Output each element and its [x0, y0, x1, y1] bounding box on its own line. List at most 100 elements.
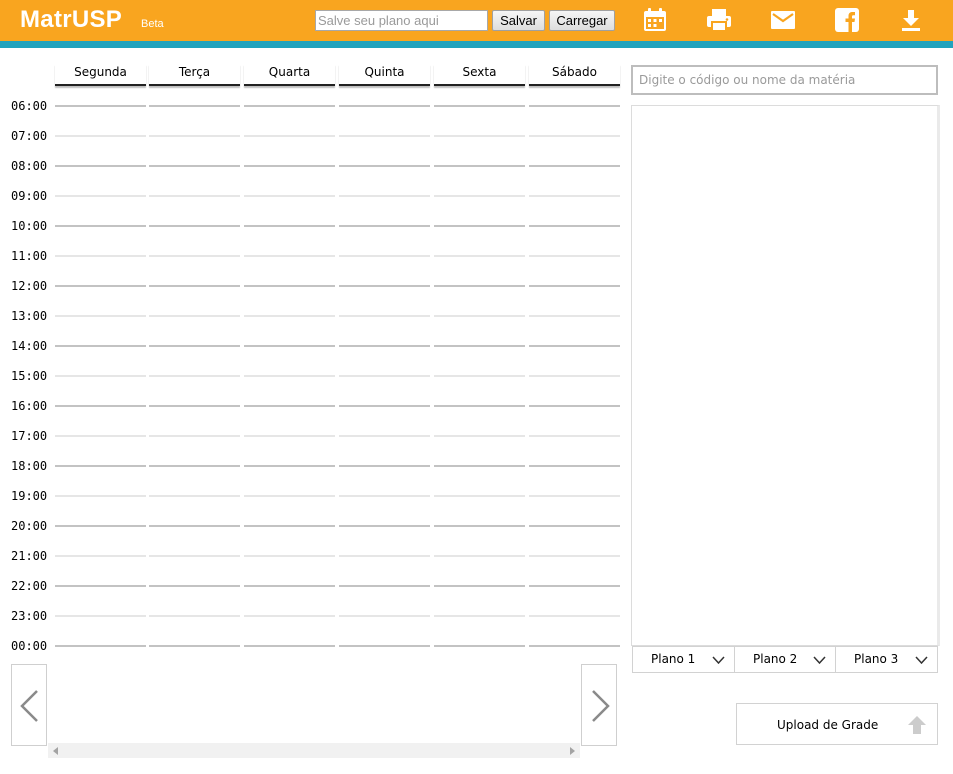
load-button[interactable]: Carregar [549, 10, 615, 31]
time-slot[interactable] [339, 465, 430, 467]
time-slot[interactable] [55, 225, 146, 227]
upload-schedule-button[interactable]: Upload de Grade [736, 703, 938, 745]
time-slot[interactable] [529, 615, 620, 617]
time-slot[interactable] [434, 585, 525, 587]
time-slot[interactable] [55, 195, 146, 197]
time-slot[interactable] [529, 135, 620, 137]
time-slot[interactable] [434, 105, 525, 107]
time-slot[interactable] [339, 195, 430, 197]
time-slot[interactable] [244, 135, 335, 137]
time-slot[interactable] [55, 105, 146, 107]
time-slot[interactable] [434, 315, 525, 317]
save-button[interactable]: Salvar [492, 10, 545, 31]
time-slot[interactable] [434, 465, 525, 467]
time-slot[interactable] [434, 345, 525, 347]
time-slot[interactable] [434, 555, 525, 557]
scroll-left-arrow[interactable] [53, 747, 58, 755]
time-slot[interactable] [55, 555, 146, 557]
time-slot[interactable] [339, 225, 430, 227]
time-slot[interactable] [434, 405, 525, 407]
time-slot[interactable] [149, 405, 240, 407]
time-slot[interactable] [529, 495, 620, 497]
time-slot[interactable] [244, 105, 335, 107]
time-slot[interactable] [434, 495, 525, 497]
time-slot[interactable] [434, 645, 525, 647]
time-slot[interactable] [529, 405, 620, 407]
time-slot[interactable] [149, 645, 240, 647]
time-slot[interactable] [339, 555, 430, 557]
time-slot[interactable] [339, 585, 430, 587]
horizontal-scrollbar[interactable] [48, 743, 580, 758]
time-slot[interactable] [339, 615, 430, 617]
time-slot[interactable] [529, 645, 620, 647]
time-slot[interactable] [149, 135, 240, 137]
time-slot[interactable] [529, 375, 620, 377]
facebook-icon[interactable] [834, 7, 860, 33]
time-slot[interactable] [149, 555, 240, 557]
time-slot[interactable] [55, 585, 146, 587]
time-slot[interactable] [434, 195, 525, 197]
time-slot[interactable] [149, 465, 240, 467]
time-slot[interactable] [149, 585, 240, 587]
time-slot[interactable] [244, 225, 335, 227]
time-slot[interactable] [149, 105, 240, 107]
time-slot[interactable] [244, 405, 335, 407]
time-slot[interactable] [149, 315, 240, 317]
time-slot[interactable] [149, 615, 240, 617]
time-slot[interactable] [529, 465, 620, 467]
chevron-down-icon[interactable] [813, 656, 826, 664]
time-slot[interactable] [434, 225, 525, 227]
time-slot[interactable] [55, 435, 146, 437]
time-slot[interactable] [149, 345, 240, 347]
plan-tab-3[interactable]: Plano 3 [835, 646, 938, 673]
time-slot[interactable] [244, 525, 335, 527]
time-slot[interactable] [244, 285, 335, 287]
time-slot[interactable] [55, 165, 146, 167]
time-slot[interactable] [244, 165, 335, 167]
time-slot[interactable] [434, 255, 525, 257]
time-slot[interactable] [55, 345, 146, 347]
course-search-input[interactable] [631, 65, 938, 95]
time-slot[interactable] [244, 195, 335, 197]
time-slot[interactable] [529, 555, 620, 557]
time-slot[interactable] [529, 225, 620, 227]
email-icon[interactable] [770, 7, 796, 33]
time-slot[interactable] [339, 165, 430, 167]
scroll-right-arrow[interactable] [570, 747, 575, 755]
time-slot[interactable] [149, 495, 240, 497]
time-slot[interactable] [244, 435, 335, 437]
time-slot[interactable] [55, 525, 146, 527]
time-slot[interactable] [339, 315, 430, 317]
time-slot[interactable] [55, 285, 146, 287]
time-slot[interactable] [434, 165, 525, 167]
time-slot[interactable] [339, 405, 430, 407]
time-slot[interactable] [434, 525, 525, 527]
time-slot[interactable] [149, 285, 240, 287]
time-slot[interactable] [244, 585, 335, 587]
time-slot[interactable] [149, 225, 240, 227]
chevron-down-icon[interactable] [712, 656, 725, 664]
time-slot[interactable] [339, 645, 430, 647]
time-slot[interactable] [244, 495, 335, 497]
time-slot[interactable] [434, 375, 525, 377]
time-slot[interactable] [339, 375, 430, 377]
time-slot[interactable] [339, 105, 430, 107]
time-slot[interactable] [149, 255, 240, 257]
time-slot[interactable] [339, 285, 430, 287]
time-slot[interactable] [149, 195, 240, 197]
plan-name-input[interactable] [315, 10, 488, 31]
app-logo[interactable]: MatrUSP [20, 6, 122, 34]
time-slot[interactable] [149, 375, 240, 377]
time-slot[interactable] [55, 405, 146, 407]
time-slot[interactable] [244, 255, 335, 257]
time-slot[interactable] [149, 525, 240, 527]
time-slot[interactable] [55, 465, 146, 467]
time-slot[interactable] [55, 645, 146, 647]
plan-tab-2[interactable]: Plano 2 [734, 646, 836, 673]
calendar-icon[interactable] [642, 7, 668, 33]
time-slot[interactable] [244, 645, 335, 647]
time-slot[interactable] [339, 135, 430, 137]
time-slot[interactable] [339, 525, 430, 527]
time-slot[interactable] [529, 165, 620, 167]
time-slot[interactable] [529, 435, 620, 437]
